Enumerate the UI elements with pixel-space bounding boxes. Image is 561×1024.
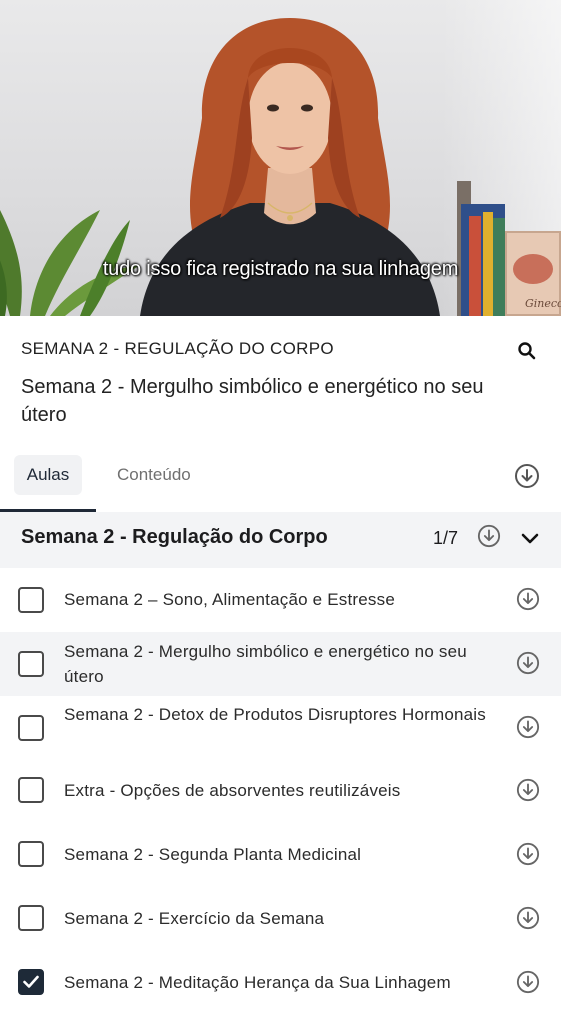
lesson-download-button[interactable]: [516, 842, 540, 866]
lesson-download-button[interactable]: [516, 651, 540, 675]
tab-aulas[interactable]: Aulas: [14, 455, 82, 495]
lesson-checkbox[interactable]: [18, 905, 44, 931]
checkmark-icon: [23, 975, 39, 988]
lesson-download-button[interactable]: [516, 587, 540, 611]
download-circle-icon: [516, 842, 540, 866]
bookshelf: Gineco: [455, 175, 561, 316]
lesson-label: Semana 2 - Mergulho simbólico e energéti…: [64, 642, 467, 686]
lesson-item[interactable]: Semana 2 - Segunda Planta Medicinal: [0, 824, 561, 888]
lesson-download-button[interactable]: [516, 906, 540, 930]
lesson-checkbox[interactable]: [18, 715, 44, 741]
tab-bar: Aulas Conteúdo: [0, 450, 561, 512]
download-circle-icon: [516, 587, 540, 611]
lesson-download-button[interactable]: [516, 715, 540, 739]
download-circle-icon: [515, 464, 539, 488]
chevron-down-icon: [521, 533, 539, 544]
module-section-header[interactable]: Semana 2 - Regulação do Corpo 1/7: [0, 512, 561, 568]
lesson-checkbox[interactable]: [18, 587, 44, 613]
download-circle-icon: [516, 651, 540, 675]
plant-decoration: [0, 210, 140, 316]
lesson-item[interactable]: Semana 2 – Sono, Alimentação e Estresse: [0, 568, 561, 632]
video-player[interactable]: Gineco tudo isso fica registrado na sua …: [0, 0, 561, 316]
lesson-label: Extra - Opções de absorventes reutilizáv…: [64, 781, 401, 800]
lesson-checkbox[interactable]: [18, 651, 44, 677]
current-lesson-title: Semana 2 - Mergulho simbólico e energéti…: [21, 376, 484, 426]
module-title: SEMANA 2 - REGULAÇÃO DO CORPO: [21, 339, 334, 358]
download-circle-icon: [516, 715, 540, 739]
lesson-label: Semana 2 - Exercício da Semana: [64, 909, 325, 928]
video-subtitle: tudo isso fica registrado na sua linhage…: [102, 258, 459, 280]
lesson-item[interactable]: Semana 2 - Detox de Produtos Disruptores…: [0, 696, 561, 760]
section-download-button[interactable]: [477, 524, 501, 548]
lesson-item-active[interactable]: Semana 2 - Mergulho simbólico e energéti…: [0, 632, 561, 696]
download-circle-icon: [516, 906, 540, 930]
lesson-label: Semana 2 – Sono, Alimentação e Estresse: [64, 590, 395, 609]
lesson-item[interactable]: Semana 2 - Meditação Herança da Sua Linh…: [0, 952, 561, 1016]
lesson-checkbox[interactable]: [18, 841, 44, 867]
lesson-item[interactable]: Extra - Opções de absorventes reutilizáv…: [0, 760, 561, 824]
lesson-download-button[interactable]: [516, 970, 540, 994]
lesson-checkbox[interactable]: [18, 777, 44, 803]
search-icon: [518, 342, 536, 360]
lesson-checkbox-checked[interactable]: [18, 969, 44, 995]
book-cover-text: Gineco: [525, 297, 561, 310]
search-button[interactable]: [512, 336, 542, 366]
lesson-download-button[interactable]: [516, 778, 540, 802]
download-circle-icon: [516, 778, 540, 802]
section-progress-count: 1/7: [433, 528, 459, 548]
lesson-item[interactable]: Semana 2 - Exercício da Semana: [0, 888, 561, 952]
download-circle-icon: [516, 970, 540, 994]
lesson-label: Semana 2 - Detox de Produtos Disruptores…: [64, 705, 486, 724]
tab-conteudo[interactable]: Conteúdo: [117, 465, 191, 485]
download-all-button[interactable]: [514, 463, 540, 489]
lesson-label: Semana 2 - Meditação Herança da Sua Linh…: [64, 973, 451, 992]
section-title: Semana 2 - Regulação do Corpo: [21, 526, 328, 548]
lesson-label: Semana 2 - Segunda Planta Medicinal: [64, 845, 362, 864]
download-circle-icon: [477, 524, 501, 548]
section-collapse-button[interactable]: [520, 529, 540, 549]
